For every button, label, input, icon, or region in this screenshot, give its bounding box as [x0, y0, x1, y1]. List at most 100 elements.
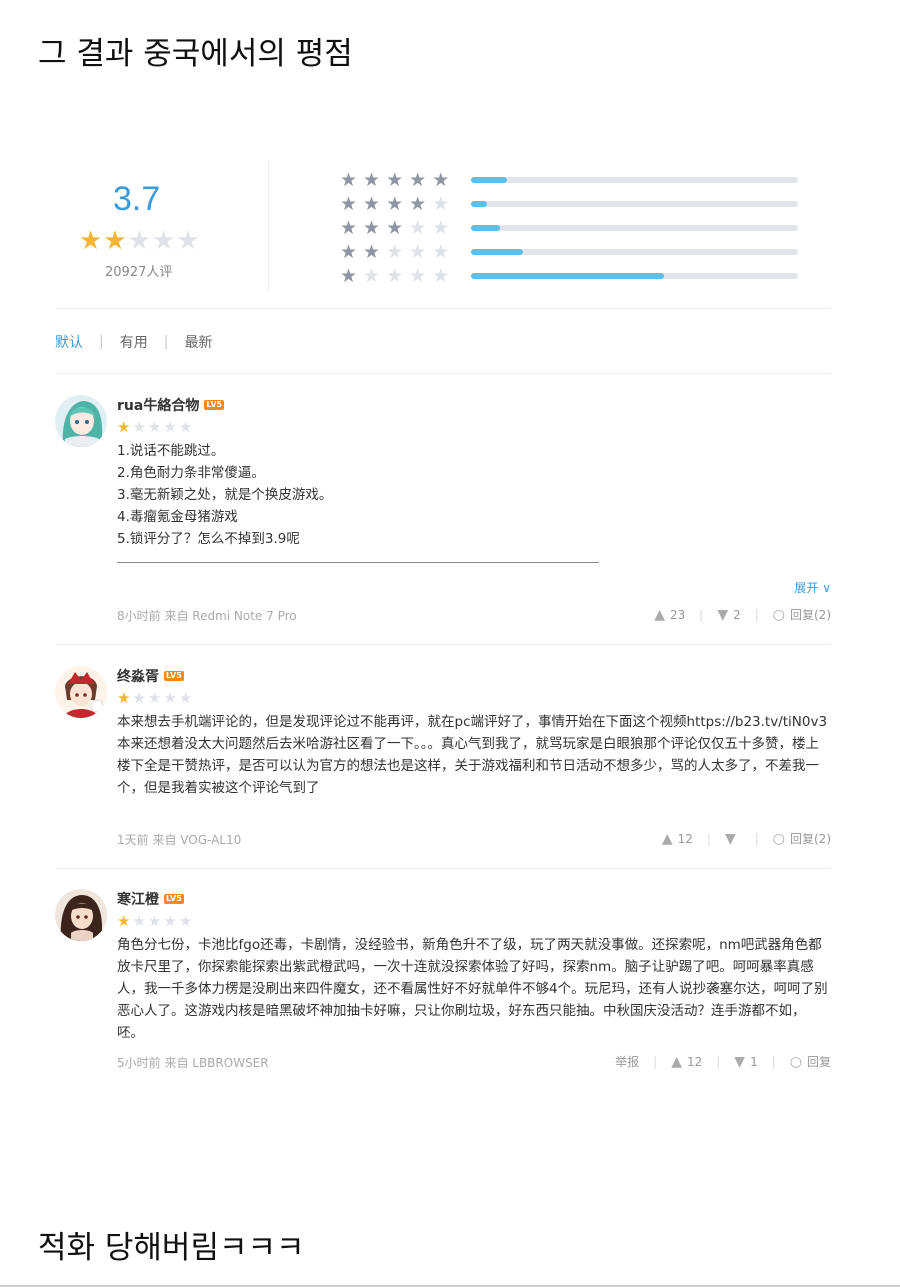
star-empty-icon: ★ — [409, 265, 427, 287]
star-filled-icon: ★ — [432, 169, 450, 191]
review-user: rua牛絡合物 LV5 — [117, 395, 831, 415]
distribution-stars: ★ ★ ★ ★ ★ — [340, 170, 449, 190]
review-text: 角色分七份，卡池比fgo还毒，卡剧情，没经验书，新角色升不了级，玩了两天就没事做… — [117, 934, 831, 1044]
distribution-bar — [471, 225, 798, 231]
star-empty-icon: ★ — [151, 226, 176, 256]
username[interactable]: 终淼胥 — [117, 666, 159, 686]
star-filled-icon: ★ — [340, 265, 358, 287]
review-divider — [55, 644, 831, 645]
action-divider: | — [699, 607, 704, 622]
star-empty-icon: ★ — [409, 217, 427, 239]
review-text: 1.说话不能跳过。 2.角色耐力条非常傻逼。 3.毫无新颖之处，就是个换皮游戏。… — [117, 440, 831, 550]
star-empty-icon: ★ — [147, 912, 162, 930]
star-filled-icon: ★ — [386, 217, 404, 239]
avatar[interactable] — [55, 666, 107, 718]
star-filled-icon: ★ — [340, 241, 358, 263]
review-user: 寒江橙 LV5 — [117, 889, 831, 909]
review-stars: ★ ★ ★ ★ ★ — [117, 690, 831, 708]
distribution-stars: ★ ★ ★ ★ ★ — [340, 266, 449, 286]
review-line: 5.锁评分了？怎么不掉到3.9呢 — [117, 531, 300, 547]
reply-button[interactable]: ○ 回复(2) — [773, 606, 831, 623]
average-stars: ★ ★ ★ ★ ★ — [79, 228, 200, 254]
star-empty-icon: ★ — [132, 418, 146, 436]
review-line: 3.毫无新颖之处，就是个换皮游戏。 — [117, 487, 333, 503]
username[interactable]: rua牛絡合物 — [117, 395, 199, 415]
reply-label: 回复(2) — [790, 832, 831, 846]
like-button[interactable]: ▲ 12 — [671, 1055, 702, 1069]
star-empty-icon: ★ — [163, 912, 177, 930]
star-empty-icon: ★ — [363, 265, 381, 287]
star-filled-icon: ★ — [386, 193, 404, 215]
distribution-bar-fill — [471, 249, 524, 255]
like-button[interactable]: ▲ 12 — [662, 832, 693, 846]
thumbs-down-icon: ▼ — [717, 606, 729, 623]
star-empty-icon: ★ — [176, 226, 200, 256]
review-line: 本来想去手机端评论的，但是发现评论过不能再评，就在pc端评好了，事情开始在下面这… — [117, 714, 828, 730]
review-body: rua牛絡合物 LV5 ★ ★ ★ ★ ★ 1.说话不能跳过。 2.角色耐力条非常傻逼。… — [117, 395, 831, 563]
action-divider: | — [771, 1054, 776, 1069]
review-item: 寒江橙 LV5 ★ ★ ★ ★ ★ 角色分七份，卡池比fgo还毒，卡剧情，没经验书，新角… — [55, 889, 831, 1079]
star-empty-icon: ★ — [432, 193, 450, 215]
star-empty-icon: ★ — [409, 241, 427, 263]
star-empty-icon: ★ — [178, 418, 193, 436]
star-filled-icon: ★ — [79, 226, 103, 256]
star-empty-icon: ★ — [132, 689, 146, 707]
review-line: 1.说话不能跳过。 — [117, 443, 225, 459]
review-user: 终淼胥 LV5 — [117, 666, 831, 686]
tab-useful[interactable]: 有用 — [120, 332, 148, 352]
reply-button[interactable]: ○ 回复 — [790, 1053, 831, 1070]
tabs-divider — [55, 373, 831, 374]
review-body: 终淼胥 LV5 ★ ★ ★ ★ ★ 本来想去手机端评论的，但是发现评论过不能再评，就在p… — [117, 666, 831, 799]
distribution-bar — [471, 273, 798, 279]
reply-label: 回复(2) — [790, 608, 831, 622]
dislike-button[interactable]: ▼ 2 — [717, 608, 740, 622]
level-badge: LV5 — [164, 671, 184, 681]
summary-divider — [268, 162, 269, 292]
star-filled-icon: ★ — [409, 169, 427, 191]
level-badge: LV5 — [164, 894, 184, 904]
report-button[interactable]: 举报 — [615, 1053, 639, 1070]
star-empty-icon: ★ — [432, 217, 450, 239]
speech-bubble-icon: ○ — [789, 1053, 802, 1070]
star-filled-icon: ★ — [363, 241, 381, 263]
level-badge: LV5 — [204, 400, 225, 410]
review-text: 本来想去手机端评论的，但是发现评论过不能再评，就在pc端评好了，事情开始在下面这… — [117, 711, 831, 799]
distribution-stars: ★ ★ ★ ★ ★ — [340, 194, 449, 214]
star-filled-icon: ★ — [363, 169, 381, 191]
distribution-stars: ★ ★ ★ ★ ★ — [340, 242, 449, 262]
sort-tabs: 默认 | 有用 | 最新 — [55, 332, 212, 352]
avatar[interactable] — [55, 889, 107, 941]
star-filled-icon: ★ — [117, 418, 131, 436]
tab-divider: | — [163, 334, 169, 350]
thumbs-down-icon: ▼ — [734, 1053, 746, 1070]
caption-top: 그 결과 중국에서의 평점 — [38, 36, 353, 72]
star-empty-icon: ★ — [178, 912, 193, 930]
dislike-button[interactable]: ▼ 1 — [734, 1055, 757, 1069]
review-line: 4.毒瘤氪金母猪游戏 — [117, 509, 238, 525]
star-filled-icon: ★ — [340, 217, 358, 239]
average-score: 3.7 — [113, 180, 161, 218]
star-filled-icon: ★ — [363, 193, 381, 215]
rating-count: 20927人评 — [105, 265, 173, 280]
dislike-button[interactable]: ▼ — [725, 832, 741, 846]
content-divider — [117, 562, 599, 563]
tab-latest[interactable]: 最新 — [184, 332, 212, 352]
avatar[interactable] — [55, 395, 107, 447]
like-count: 12 — [686, 1054, 703, 1069]
tab-default[interactable]: 默认 — [55, 332, 83, 352]
distribution-bar-fill — [471, 177, 507, 183]
review-meta: 8小时前 来自 Redmi Note 7 Pro — [117, 609, 297, 623]
star-filled-icon: ★ — [363, 217, 381, 239]
star-filled-icon: ★ — [386, 169, 404, 191]
caption-bottom: 적화 당해버림ㅋㅋㅋ — [38, 1230, 305, 1266]
reply-button[interactable]: ○ 回复(2) — [773, 830, 831, 847]
star-filled-icon: ★ — [409, 193, 427, 215]
review-stars: ★ ★ ★ ★ ★ — [117, 913, 831, 931]
action-divider: | — [754, 607, 759, 622]
distribution-bar — [471, 201, 798, 207]
like-button[interactable]: ▲ 23 — [654, 608, 685, 622]
review-actions: 举报 | ▲ 12 | ▼ 1 | ○ 回复 — [615, 1053, 831, 1070]
username[interactable]: 寒江橙 — [117, 889, 159, 909]
avatar-image — [55, 395, 107, 447]
expand-button[interactable]: 展开 ∨ — [794, 579, 831, 596]
